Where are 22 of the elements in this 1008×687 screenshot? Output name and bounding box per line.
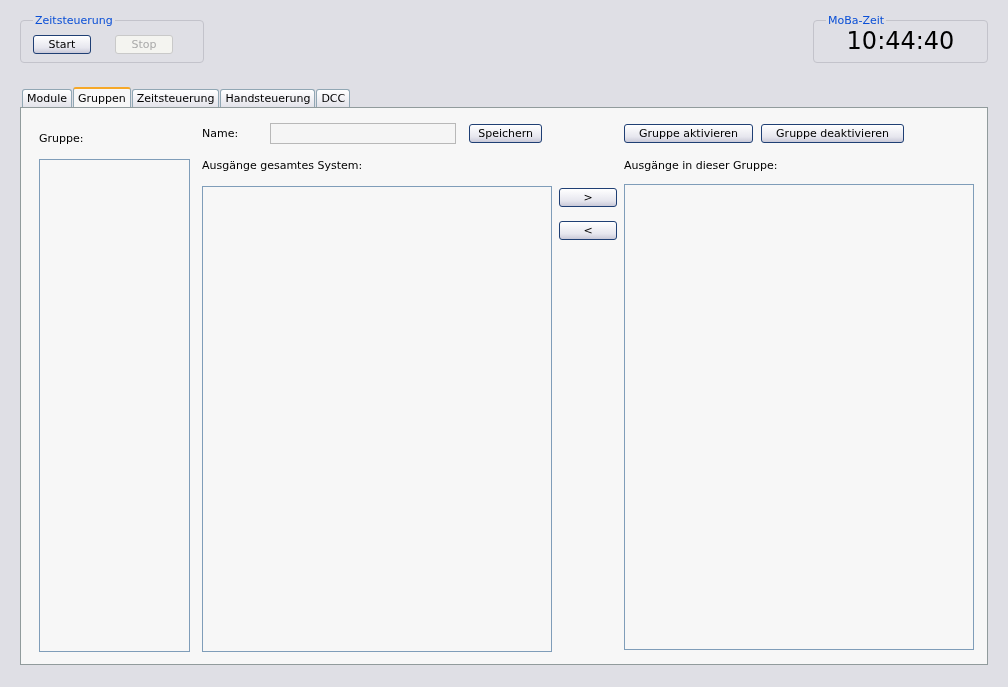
tab[interactable]: Zeitsteuerung [131,89,220,107]
move-button[interactable]: < [559,221,617,240]
list-label: Ausgänge gesamtes System: [202,159,364,172]
name-input[interactable] [270,122,457,144]
group-outputs-list[interactable] [624,184,974,650]
group-legend: Zeitsteuerung [33,14,115,27]
list-label: Ausgänge in dieser Gruppe: [624,159,779,172]
group-legend: MoBa-Zeit [826,14,887,27]
group-list[interactable] [39,159,190,652]
move-button[interactable]: > [559,188,617,207]
tab[interactable]: DCC [316,89,351,107]
group-button[interactable]: Gruppe aktivieren [624,123,754,143]
clock-time: 10:44:40 [846,27,955,55]
field-label: Gruppe: [39,132,85,145]
tab[interactable]: Gruppen [73,87,131,107]
field-label: Name: [202,126,239,140]
system-outputs-list[interactable] [202,186,552,652]
tab[interactable]: Handsteuerung [220,89,316,107]
tab[interactable]: Module [22,89,72,107]
save-button[interactable]: Speichern [469,123,543,143]
group-button[interactable]: Gruppe deaktivieren [761,123,904,143]
start-button[interactable]: Start [33,34,91,54]
